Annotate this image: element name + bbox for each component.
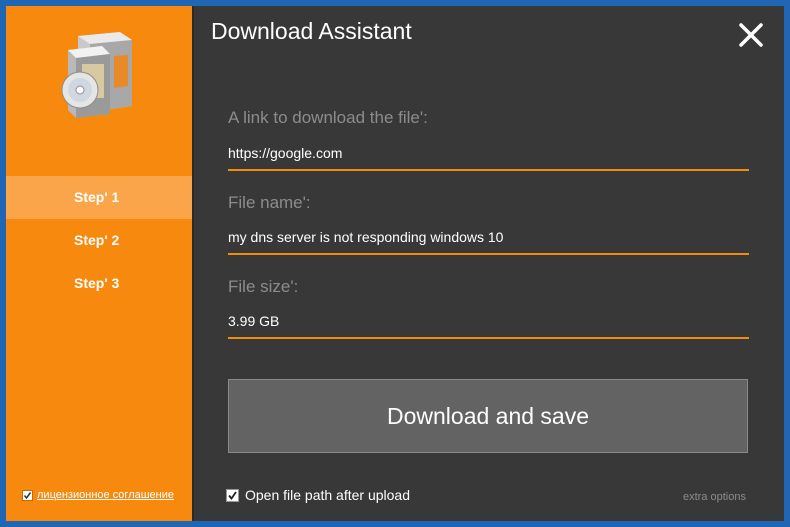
steps-list: Step' 1 Step' 2 Step' 3 [6, 176, 192, 305]
file-name-label: File name': [228, 193, 311, 212]
open-path-label: Open file path after upload [245, 487, 411, 503]
step-1[interactable]: Step' 1 [6, 176, 192, 219]
file-name-field[interactable]: my dns server is not responding windows … [228, 229, 749, 255]
window-title: Download Assistant [211, 18, 412, 44]
download-and-save-button[interactable]: Download and save [228, 379, 748, 453]
close-icon [739, 23, 763, 47]
window-frame: Step' 1 Step' 2 Step' 3 лицензионное сог… [0, 0, 790, 527]
link-label: A link to download the file': [228, 108, 428, 127]
software-box-icon [58, 28, 140, 118]
license-checkbox[interactable] [22, 489, 33, 501]
open-path-checkbox[interactable] [226, 488, 239, 502]
close-button[interactable] [736, 20, 766, 50]
check-icon [23, 491, 32, 499]
license-link[interactable]: лицензионное соглашение [37, 489, 174, 501]
license-agreement: лицензионное соглашение [22, 487, 174, 503]
link-field[interactable]: https://google.com [228, 145, 749, 171]
sidebar: Step' 1 Step' 2 Step' 3 лицензионное сог… [6, 6, 192, 521]
file-size-field[interactable]: 3.99 GB [228, 313, 749, 339]
file-size-label: File size': [228, 277, 299, 296]
divider [192, 6, 194, 521]
check-icon [228, 490, 237, 500]
step-2[interactable]: Step' 2 [6, 219, 192, 262]
extra-options-link[interactable]: extra options [683, 491, 746, 503]
open-path-option: Open file path after upload [226, 487, 410, 503]
step-3[interactable]: Step' 3 [6, 262, 192, 305]
download-assistant-window: Step' 1 Step' 2 Step' 3 лицензионное сог… [6, 6, 784, 521]
